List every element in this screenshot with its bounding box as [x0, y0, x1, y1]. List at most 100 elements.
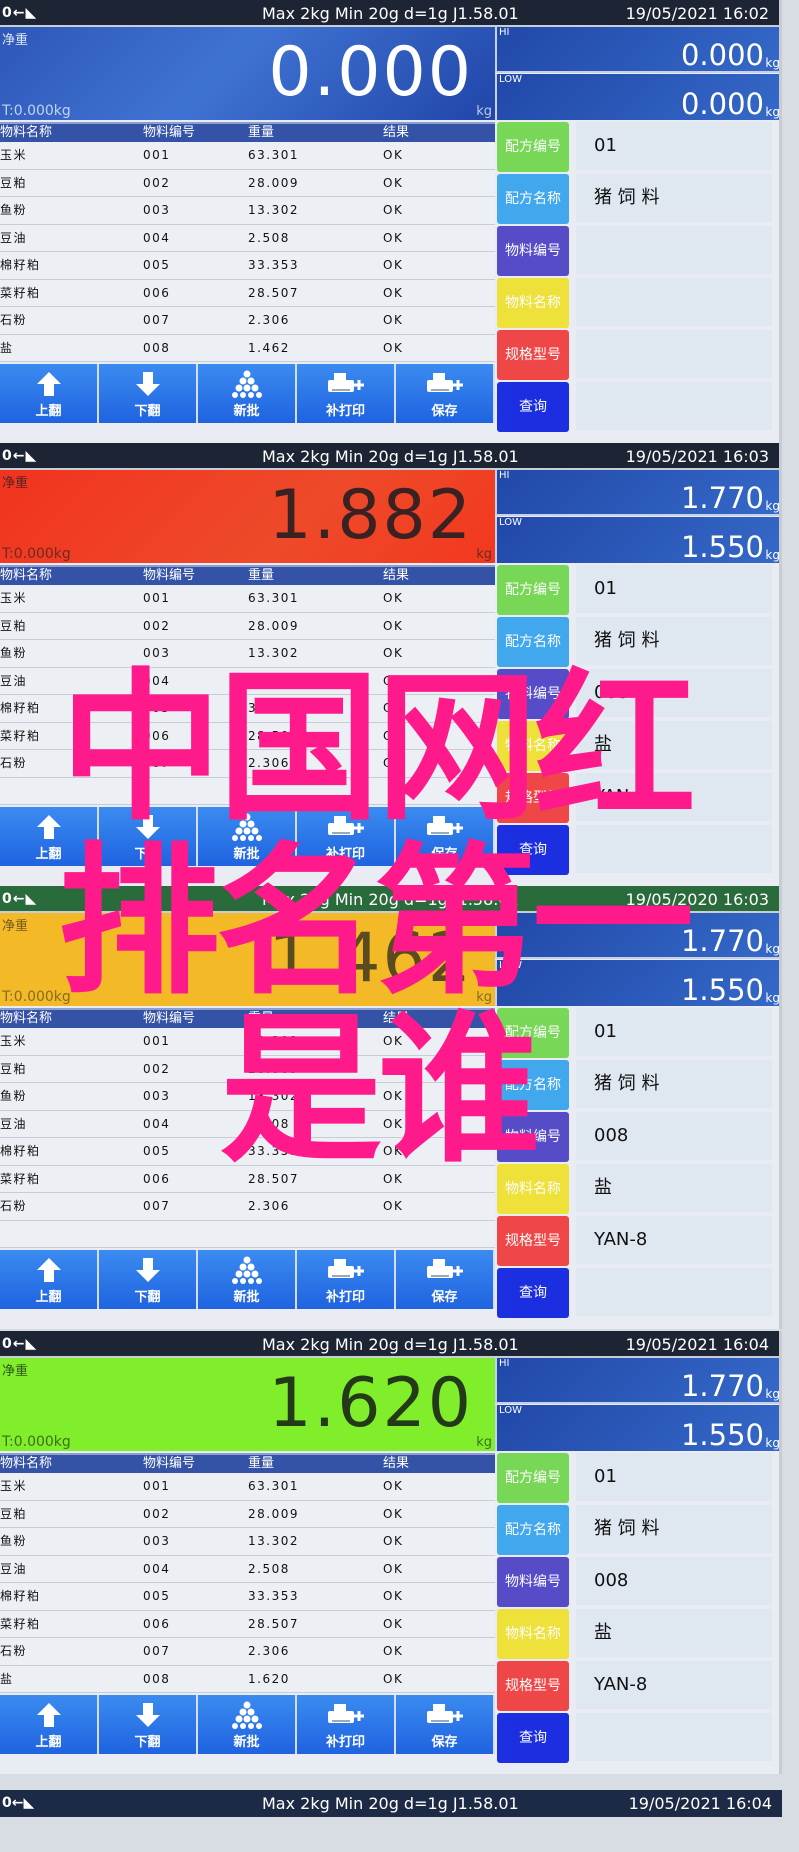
toolbar: 上翻 下翻 新批 补打印 保存	[0, 1695, 495, 1754]
table-row[interactable]: 玉米 001 63.301 OK	[0, 585, 495, 613]
cell-weight: 28.009	[248, 1506, 299, 1521]
recipe-name-button[interactable]: 配方名称	[497, 1505, 569, 1555]
low-label: LOW	[499, 960, 522, 971]
save-button[interactable]: 保存	[396, 1250, 495, 1309]
table-row[interactable]: 玉米 001 63.301 OK	[0, 142, 495, 170]
table-row[interactable]: 菜籽粕 006 28.507 OK	[0, 279, 495, 307]
new-batch-button[interactable]: 新批	[198, 1695, 297, 1754]
reprint-button[interactable]: 补打印	[297, 364, 396, 423]
cell-material-code: 004	[143, 230, 171, 245]
table-row[interactable]: 鱼粉 003 13.302 OK	[0, 640, 495, 668]
query-button[interactable]: 查询	[497, 1713, 569, 1763]
table-row[interactable]: 鱼粉 003 13.302 OK	[0, 1528, 495, 1556]
page-up-button[interactable]: 上翻	[0, 1250, 99, 1309]
low-limit-value: 1.550	[680, 1418, 764, 1452]
material-table: 物料名称 物料编号 重量 结果 玉米 001 63.301 OK 豆粕 002 28.009…	[0, 1008, 495, 1248]
table-row[interactable]: 棉籽粕 005 33.353 OK	[0, 252, 495, 280]
table-row[interactable]: 豆油 004 2.508 OK	[0, 224, 495, 252]
batch-stack-icon	[198, 813, 295, 841]
table-row[interactable]: 豆油 004 2.508 OK	[0, 667, 495, 695]
spec-model-button[interactable]: 规格型号	[497, 330, 569, 380]
reprint-button[interactable]: 补打印	[297, 1695, 396, 1754]
table-row[interactable]: 棉籽粕 005 33.353 OK	[0, 1138, 495, 1166]
table-row[interactable]: 豆油 004 2.508 OK	[0, 1555, 495, 1583]
table-row[interactable]: 菜籽粕 006 28.507 OK	[0, 722, 495, 750]
table-row[interactable]: 盐 008 1.620 OK	[0, 1665, 495, 1693]
recipe-name-button[interactable]: 配方名称	[497, 1060, 569, 1110]
material-code-button[interactable]: 物料编号	[497, 1112, 569, 1162]
material-code-button[interactable]: 物料编号	[497, 226, 569, 276]
table-row[interactable]: 棉籽粕 005 33.353 OK	[0, 1583, 495, 1611]
reprint-button[interactable]: 补打印	[297, 807, 396, 866]
spec-model-button[interactable]: 规格型号	[497, 1216, 569, 1266]
recipe-code-button[interactable]: 配方编号	[497, 1008, 569, 1058]
spec-model-button[interactable]: 规格型号	[497, 773, 569, 823]
material-name-button[interactable]: 物料名称	[497, 1164, 569, 1214]
page-down-button[interactable]: 下翻	[99, 807, 198, 866]
table-row[interactable]: 菜籽粕 006 28.507 OK	[0, 1610, 495, 1638]
page-up-button[interactable]: 上翻	[0, 364, 99, 423]
cell-result: OK	[383, 1089, 404, 1103]
save-label: 保存	[431, 1735, 458, 1750]
material-name-button[interactable]: 物料名称	[497, 1609, 569, 1659]
table-row[interactable]: 石粉 007 2.306 OK	[0, 750, 495, 778]
table-row[interactable]: 豆油 004 2.508 OK	[0, 1110, 495, 1138]
scale-screen-2: 0←◣ Max 2kg Min 20g d=1g J1.58.01 19/05/…	[0, 443, 782, 886]
table-row[interactable]: 玉米 001 63.301 OK	[0, 1028, 495, 1056]
spec-model-button[interactable]: 规格型号	[497, 1661, 569, 1711]
table-row[interactable]: 石粉 007 2.306 OK	[0, 1193, 495, 1221]
save-button[interactable]: 保存	[396, 1695, 495, 1754]
save-button[interactable]: 保存	[396, 807, 495, 866]
table-row[interactable]: 豆粕 002 28.009 OK	[0, 169, 495, 197]
table-header: 物料名称 物料编号 重量 结果	[0, 1008, 495, 1028]
query-button[interactable]: 查询	[497, 1268, 569, 1318]
table-row[interactable]	[0, 777, 495, 805]
cell-weight: 2.306	[248, 1644, 290, 1658]
recipe-name-button[interactable]: 配方名称	[497, 174, 569, 224]
page-up-button[interactable]: 上翻	[0, 1695, 99, 1754]
new-batch-button[interactable]: 新批	[198, 807, 297, 866]
query-button[interactable]: 查询	[497, 382, 569, 432]
table-row[interactable]: 玉米 001 63.301 OK	[0, 1473, 495, 1501]
recipe-code-button[interactable]: 配方编号	[497, 122, 569, 172]
reprint-button[interactable]: 补打印	[297, 1250, 396, 1309]
page-up-label: 上翻	[35, 1290, 62, 1305]
recipe-code-button[interactable]: 配方编号	[497, 565, 569, 615]
new-batch-button[interactable]: 新批	[198, 364, 297, 423]
recipe-code-button[interactable]: 配方编号	[497, 1453, 569, 1503]
status-icons: 0←◣	[2, 448, 38, 464]
recipe-name-button[interactable]: 配方名称	[497, 617, 569, 667]
recipe-fields: 01 猪 饲 料 008 盐 YAN-8	[576, 1453, 772, 1765]
query-button[interactable]: 查询	[497, 825, 569, 875]
table-row[interactable]: 豆粕 002 28.009 OK	[0, 1500, 495, 1528]
material-code-button[interactable]: 物料编号	[497, 1557, 569, 1607]
new-batch-button[interactable]: 新批	[198, 1250, 297, 1309]
table-row[interactable]	[0, 1220, 495, 1248]
table-row[interactable]: 鱼粉 003 13.302 OK	[0, 197, 495, 225]
cell-material-code: 002	[143, 1506, 171, 1521]
table-row[interactable]: 菜籽粕 006 28.507 OK	[0, 1165, 495, 1193]
cell-weight: 2.508	[248, 1561, 290, 1576]
hi-label: HI	[499, 913, 510, 924]
table-row[interactable]: 石粉 007 2.306 OK	[0, 307, 495, 335]
table-row[interactable]: 鱼粉 003 13.302 OK	[0, 1083, 495, 1111]
page-down-button[interactable]: 下翻	[99, 1695, 198, 1754]
unit-label: kg	[476, 547, 492, 562]
recipe-code-field: 01	[576, 1008, 772, 1056]
material-code-button[interactable]: 物料编号	[497, 669, 569, 719]
cell-material-code: 003	[143, 646, 171, 660]
table-row[interactable]: 棉籽粕 005 33.353 OK	[0, 695, 495, 723]
table-row[interactable]: 豆粕 002 28.009 OK	[0, 1055, 495, 1083]
cell-material-name: 菜籽粕	[0, 1171, 41, 1186]
table-row[interactable]: 盐 008 1.462 OK	[0, 334, 495, 362]
page-up-button[interactable]: 上翻	[0, 807, 99, 866]
save-button[interactable]: 保存	[396, 364, 495, 423]
status-icons: 0←◣	[2, 1336, 38, 1352]
table-row[interactable]: 石粉 007 2.306 OK	[0, 1638, 495, 1666]
material-name-button[interactable]: 物料名称	[497, 278, 569, 328]
scale-spec: Max 2kg Min 20g d=1g J1.58.01	[262, 890, 519, 909]
table-row[interactable]: 豆粕 002 28.009 OK	[0, 612, 495, 640]
page-down-button[interactable]: 下翻	[99, 364, 198, 423]
material-name-button[interactable]: 物料名称	[497, 721, 569, 771]
page-down-button[interactable]: 下翻	[99, 1250, 198, 1309]
